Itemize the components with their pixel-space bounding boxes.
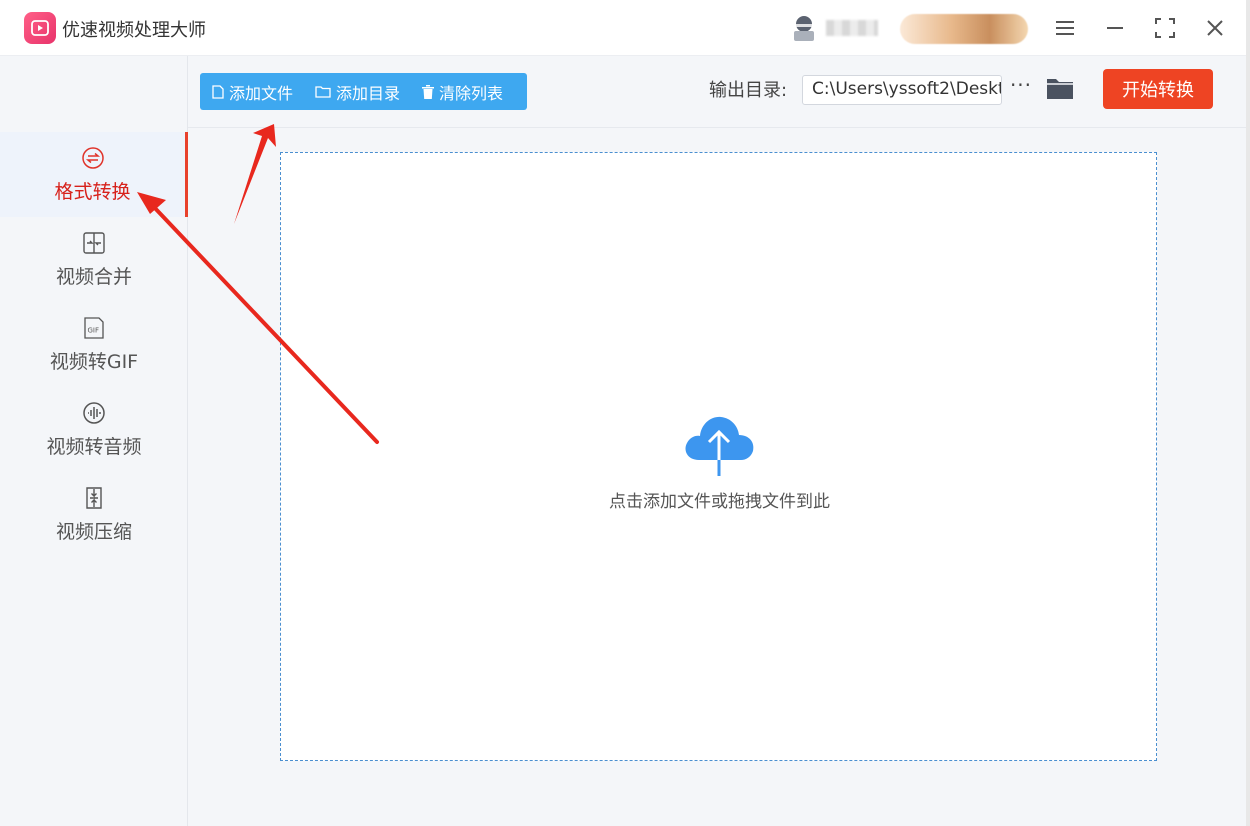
user-icon[interactable] — [792, 15, 816, 41]
add-file-button[interactable]: 添加文件 — [212, 80, 293, 104]
sidebar-item-video-to-gif[interactable]: GIF 视频转GIF — [0, 302, 188, 387]
add-folder-button[interactable]: 添加目录 — [315, 80, 400, 104]
title-bar: 优速视频处理大师 — [0, 0, 1250, 56]
add-folder-label: 添加目录 — [336, 83, 401, 103]
file-icon — [212, 84, 224, 99]
sidebar-item-label: 视频压缩 — [55, 521, 132, 543]
clear-list-button[interactable]: 清除列表 — [422, 80, 503, 104]
audio-wave-icon — [81, 400, 107, 426]
format-convert-icon — [80, 145, 106, 171]
user-name — [826, 20, 878, 36]
file-drop-zone[interactable]: 点击添加文件或拖拽文件到此 — [280, 152, 1157, 761]
compress-icon — [81, 485, 107, 511]
output-dir-input[interactable]: C:\Users\yssoft2\Desktop — [802, 75, 1002, 105]
sidebar-item-video-merge[interactable]: 视频合并 — [0, 217, 188, 302]
app-logo-icon — [24, 12, 56, 44]
svg-text:GIF: GIF — [88, 327, 100, 335]
cloud-upload-icon — [685, 416, 754, 476]
clear-list-label: 清除列表 — [439, 83, 504, 103]
sidebar-item-video-to-audio[interactable]: 视频转音频 — [0, 387, 188, 472]
more-options-button[interactable]: ··· — [1008, 74, 1034, 100]
toolbar: 添加文件 添加目录 清除列表 输出目录: C:\Users\yssoft2\De… — [188, 56, 1250, 128]
vip-badge[interactable] — [900, 14, 1028, 44]
sidebar-item-label: 视频合并 — [55, 266, 132, 288]
folder-outline-icon — [315, 86, 331, 98]
open-folder-icon[interactable] — [1046, 75, 1074, 101]
merge-icon — [81, 230, 107, 256]
start-convert-button[interactable]: 开始转换 — [1103, 69, 1213, 109]
sidebar-item-video-compress[interactable]: 视频压缩 — [0, 472, 188, 557]
drop-hint-text: 点击添加文件或拖拽文件到此 — [609, 492, 830, 512]
hamburger-menu-icon[interactable] — [1049, 12, 1081, 44]
gif-icon: GIF — [81, 315, 107, 341]
maximize-icon[interactable] — [1149, 12, 1181, 44]
sidebar-item-label: 视频转GIF — [49, 351, 139, 373]
minimize-icon[interactable] — [1099, 12, 1131, 44]
file-button-group: 添加文件 添加目录 清除列表 — [200, 73, 527, 110]
close-icon[interactable] — [1199, 12, 1231, 44]
sidebar-item-format-convert[interactable]: 格式转换 — [0, 132, 188, 217]
sidebar-item-label: 视频转音频 — [46, 436, 142, 458]
add-file-label: 添加文件 — [229, 83, 294, 103]
sidebar-item-label: 格式转换 — [54, 181, 131, 203]
output-dir-label: 输出目录: — [709, 80, 788, 101]
window-edge — [1246, 0, 1250, 826]
app-title: 优速视频处理大师 — [62, 20, 206, 41]
sidebar: 格式转换 视频合并 GIF 视频转GIF 视频转音频 视频压缩 — [0, 56, 188, 826]
trash-icon — [422, 84, 435, 99]
